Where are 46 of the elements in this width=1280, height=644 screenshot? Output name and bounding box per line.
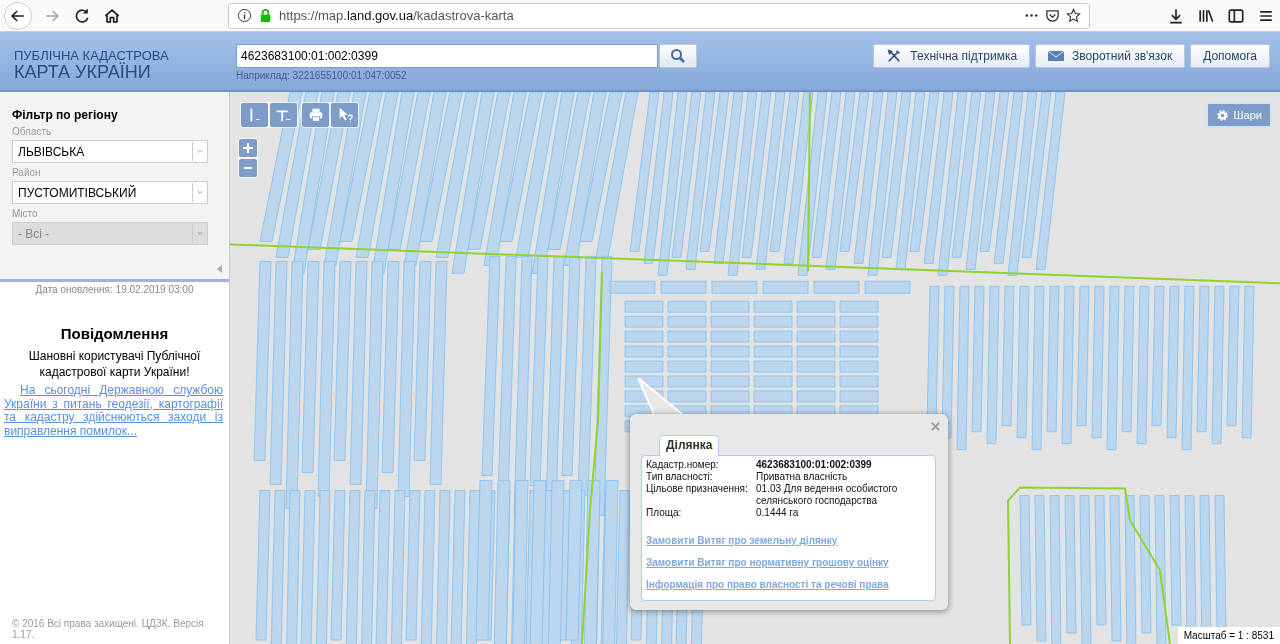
region-dropdown[interactable]: ПУСТОМИТІВСЬКИЙ [12, 181, 208, 204]
search-field[interactable]: 4623683100:01:002:0399 [236, 44, 658, 68]
logo-subtitle: ПУБЛІЧНА КАДАСТРОВА [14, 48, 170, 63]
measure-area-button[interactable] [270, 103, 297, 127]
field-label: Область [12, 126, 53, 137]
logo-title: КАРТА УКРАЇНИ [14, 62, 151, 83]
search-button[interactable] [659, 44, 697, 68]
field-label: Місто [12, 208, 39, 219]
notice-title: Повідомлення [59, 325, 170, 342]
info-icon[interactable] [237, 8, 252, 23]
url-text: https://map.land.gov.ua/kadastrova-karta [279, 8, 514, 23]
measure-distance-button[interactable] [241, 103, 268, 127]
pocket-icon[interactable] [1045, 8, 1060, 23]
property-value: 0.1444 га [756, 507, 800, 519]
header-button[interactable]: Зворотний зв'язок [1035, 44, 1186, 68]
envelope-icon [1048, 49, 1065, 63]
property-label: Кадастр.номер: [646, 459, 720, 471]
identify-button[interactable] [331, 103, 358, 127]
search-icon [670, 48, 686, 64]
property-value: 01.03 Для ведення особистого селянського господарства [756, 483, 899, 507]
property-value: Приватна власність [756, 471, 849, 483]
star-icon[interactable] [1066, 8, 1081, 23]
notice-text: Шановні користувачі Публічної кадастрової карти України! [27, 348, 202, 380]
lock-icon [258, 8, 273, 23]
print-button[interactable] [302, 103, 329, 127]
property-value: 4623683100:01:002:0399 [756, 459, 873, 471]
map-scale: Масштаб = 1 : 8531 [1177, 627, 1280, 644]
plus-icon [242, 142, 254, 154]
update-date: Дата оновлення: 19.02.2019 03:00 [34, 284, 195, 295]
region-dropdown[interactable]: ЛЬВІВСЬКА [12, 140, 208, 163]
header-button[interactable]: Допомога [1190, 44, 1270, 68]
filter-title: Фільтр по регіону [12, 108, 119, 122]
address-bar[interactable]: https://map.land.gov.ua/kadastrova-karta [228, 2, 1090, 29]
field-label: Район [12, 167, 42, 178]
header-button[interactable]: Технічна підтримка [873, 44, 1031, 68]
parcel-tab[interactable]: Ділянка [659, 435, 720, 456]
property-label: Цільове призначення: [646, 483, 749, 496]
search-hint: Наприклад: 3221655100:01:047:0052 [236, 70, 408, 81]
tools-icon [886, 49, 903, 63]
gear-icon [1215, 108, 1229, 122]
zoom-out-button[interactable] [239, 159, 257, 177]
back-icon[interactable] [4, 1, 32, 30]
property-label: Площа: [646, 507, 683, 519]
property-label: Тип власності: [646, 471, 714, 483]
copyright-text: © 2016 Всі права захищені. ЦДЗК. Версія 1.17. [11, 618, 205, 642]
zoom-in-button[interactable] [239, 139, 257, 157]
